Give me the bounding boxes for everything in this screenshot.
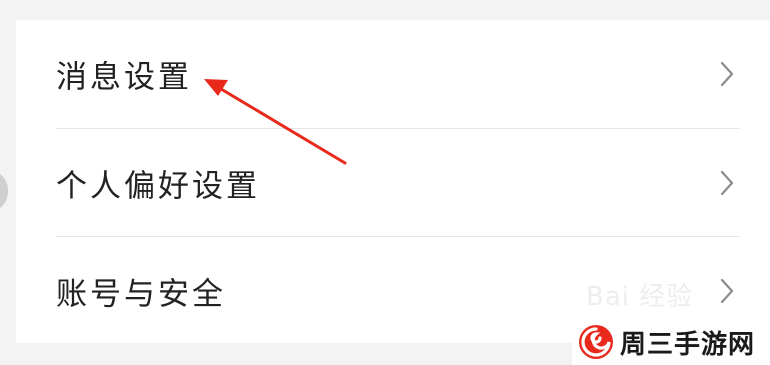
settings-item-label: 个人偏好设置 (56, 168, 260, 205)
site-name: 周三手游网 (620, 330, 756, 360)
settings-item-label: 账号与安全 (56, 276, 226, 313)
swirl-logo-icon (579, 325, 613, 359)
chevron-right-icon (720, 170, 734, 196)
baidu-watermark: Bai 经验 (586, 282, 694, 312)
top-gap (16, 0, 770, 20)
chevron-right-icon (720, 61, 734, 87)
settings-item-message[interactable]: 消息设置 (16, 20, 770, 128)
side-handle (0, 170, 8, 212)
settings-item-preferences[interactable]: 个人偏好设置 (16, 129, 770, 237)
settings-item-label: 消息设置 (56, 59, 192, 96)
site-logo: 周三手游网 (572, 318, 770, 365)
chevron-right-icon (720, 278, 734, 304)
